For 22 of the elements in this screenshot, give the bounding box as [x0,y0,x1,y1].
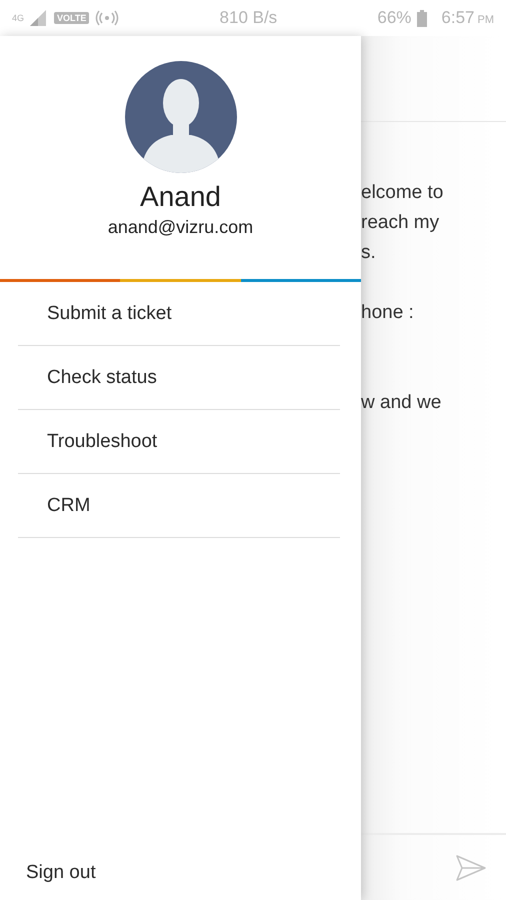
message-text: w and we [361,392,442,413]
menu-item[interactable]: Submit a ticket [18,282,340,346]
sign-out-link[interactable]: Sign out [0,862,361,900]
volte-badge: VOLTE [54,12,90,24]
clock: 6:57 PM [441,8,494,28]
message-text: hone : [361,302,414,323]
network-speed: 810 B/s [220,8,278,28]
user-email: anand@vizru.com [108,217,254,238]
message-text: s. [361,242,376,263]
signal-icon [30,10,48,26]
menu-item[interactable]: CRM [18,474,340,538]
avatar-icon [124,61,236,173]
menu-item[interactable]: Check status [18,346,340,410]
hotspot-icon [95,10,120,26]
battery-icon [417,10,428,26]
menu-item[interactable]: Troubleshoot [18,410,340,474]
message-text: reach my [361,212,440,233]
send-icon[interactable] [456,854,486,880]
battery-percent: 66% [377,8,412,28]
user-name: Anand [140,181,221,213]
message-text: elcome to [361,182,444,203]
network-type: 4G [12,14,24,22]
